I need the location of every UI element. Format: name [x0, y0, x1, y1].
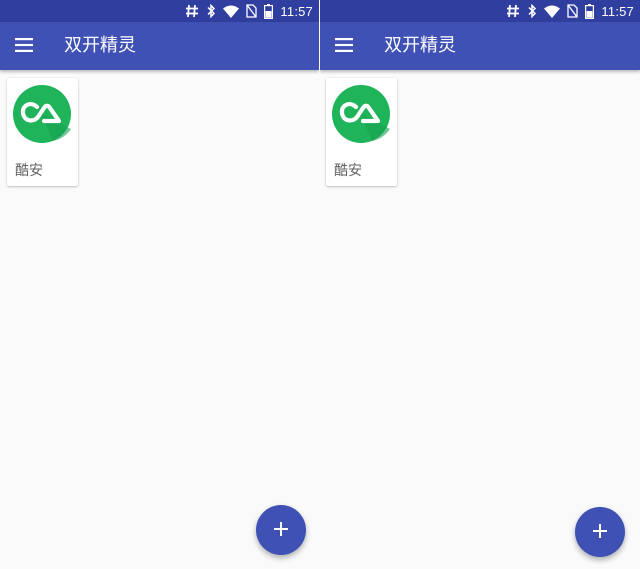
battery-icon [264, 2, 274, 20]
app-card-coolapk[interactable]: 酷安 [326, 78, 397, 186]
app-card-coolapk[interactable]: 酷安 [7, 78, 78, 186]
coolapk-icon [13, 85, 71, 143]
status-icons: 11:57 [185, 2, 313, 20]
add-app-fab[interactable] [575, 507, 625, 557]
phone-screen-left: 11:57 双开精灵 酷安 [0, 0, 319, 569]
wifi-icon [544, 2, 561, 20]
no-sim-icon [246, 2, 258, 20]
bluetooth-icon [206, 2, 216, 20]
add-app-fab[interactable] [256, 505, 306, 555]
plus-icon [593, 523, 607, 542]
status-bar: 11:57 [320, 0, 640, 22]
app-bar: 双开精灵 [320, 22, 640, 70]
wifi-icon [223, 2, 240, 20]
status-time: 11:57 [280, 3, 313, 19]
menu-icon [335, 37, 353, 56]
hash-icon [185, 2, 199, 20]
no-sim-icon [567, 2, 579, 20]
bluetooth-icon [527, 2, 537, 20]
app-title: 双开精灵 [64, 35, 136, 56]
menu-icon [15, 37, 33, 56]
status-icons: 11:57 [506, 2, 634, 20]
menu-button[interactable] [329, 32, 359, 60]
app-label: 酷安 [15, 163, 43, 179]
app-label: 酷安 [334, 163, 362, 179]
screens-container: 11:57 双开精灵 酷安 11:57 双开精灵 酷安 [0, 0, 640, 569]
plus-icon [274, 521, 288, 540]
phone-screen-right: 11:57 双开精灵 酷安 [320, 0, 640, 569]
hash-icon [506, 2, 520, 20]
status-bar: 11:57 [0, 0, 319, 22]
menu-button[interactable] [9, 32, 39, 60]
app-bar: 双开精灵 [0, 22, 319, 70]
coolapk-icon [332, 85, 390, 143]
app-title: 双开精灵 [384, 35, 456, 56]
status-time: 11:57 [601, 3, 634, 19]
battery-icon [585, 2, 595, 20]
